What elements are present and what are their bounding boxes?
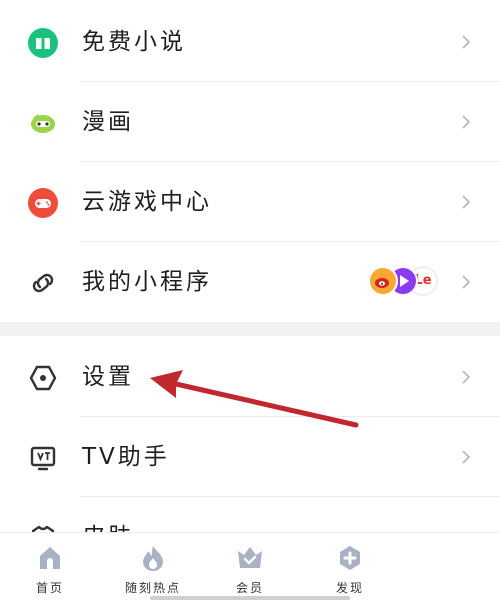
menu-item-mini-programs[interactable]: 我的小程序 Le xyxy=(0,242,500,322)
mini-program-icon xyxy=(32,273,54,293)
tab-label: 首页 xyxy=(35,581,64,595)
menu-item-tv-assistant[interactable]: TV助手 xyxy=(0,417,500,497)
menu-item-label: 漫画 xyxy=(82,109,134,135)
weibo-icon xyxy=(368,266,398,296)
bottom-tab-bar: 首页 随刻热点 会员 发现 xyxy=(0,532,500,603)
menu-item-comic[interactable]: 漫画 xyxy=(0,82,500,162)
chevron-right-icon xyxy=(462,370,471,384)
tab-trending[interactable]: 随刻热点 xyxy=(103,533,203,603)
menu-item-label: 云游戏中心 xyxy=(82,189,212,215)
chevron-right-icon xyxy=(462,275,471,289)
tab-label: 发现 xyxy=(335,581,364,595)
chevron-right-icon xyxy=(462,450,471,464)
tab-discover[interactable]: 发现 xyxy=(300,533,400,603)
chevron-right-icon xyxy=(462,115,471,129)
tab-home[interactable]: 首页 xyxy=(0,533,100,603)
menu-item-label: 我的小程序 xyxy=(82,269,212,295)
menu-item-label: TV助手 xyxy=(82,444,170,470)
recent-mini-apps: Le xyxy=(368,266,440,298)
tv-icon xyxy=(30,446,56,471)
menu-item-settings[interactable]: 设置 xyxy=(0,337,500,417)
comic-icon xyxy=(31,114,55,133)
home-indicator xyxy=(150,596,350,600)
menu-item-label: 免费小说 xyxy=(82,29,186,55)
tab-label: 随刻热点 xyxy=(124,581,181,595)
book-icon xyxy=(28,28,58,58)
menu-item-label: 设置 xyxy=(82,364,134,390)
tab-vip[interactable]: 会员 xyxy=(200,533,300,603)
menu-item-cloud-game[interactable]: 云游戏中心 xyxy=(0,162,500,242)
home-icon xyxy=(40,547,60,569)
tab-label: 会员 xyxy=(235,581,264,595)
chevron-right-icon xyxy=(462,195,471,209)
crown-icon xyxy=(238,547,262,568)
menu-item-free-novel[interactable]: 免费小说 xyxy=(0,2,500,82)
chevron-right-icon xyxy=(462,35,471,49)
section-separator xyxy=(0,322,500,336)
flame-icon xyxy=(143,546,163,571)
gamepad-icon xyxy=(28,188,58,218)
plus-circle-icon xyxy=(340,546,360,570)
settings-hexagon-icon xyxy=(29,365,57,391)
